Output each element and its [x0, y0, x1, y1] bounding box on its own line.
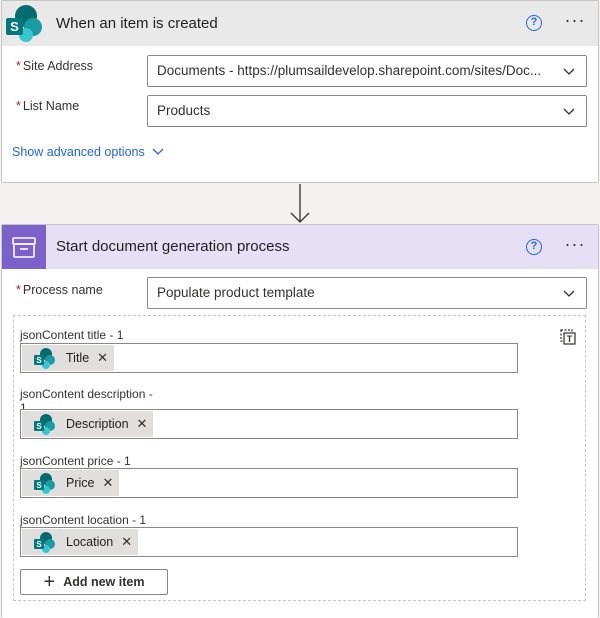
process-name-dropdown[interactable]: Populate product template: [147, 277, 587, 309]
show-advanced-options-link[interactable]: Show advanced options: [12, 145, 165, 159]
help-icon[interactable]: ?: [526, 15, 542, 31]
svg-text:S: S: [36, 540, 42, 549]
flow-arrow-icon: [289, 184, 311, 224]
process-name-label: * Process name: [16, 283, 103, 297]
more-options-icon[interactable]: ···: [564, 235, 586, 257]
site-address-dropdown[interactable]: Documents - https://plumsaildevelop.shar…: [147, 55, 587, 87]
remove-token-icon[interactable]: ✕: [102, 475, 113, 491]
svg-text:S: S: [36, 422, 42, 431]
token-label: Price: [66, 476, 95, 490]
token-label: Title: [66, 351, 90, 365]
item-input-price[interactable]: S Price ✕: [20, 468, 518, 498]
item-label-title: jsonContent title - 1: [20, 328, 124, 342]
chevron-down-icon: [563, 290, 575, 297]
svg-text:S: S: [36, 356, 42, 365]
plus-icon: +: [43, 571, 56, 593]
list-name-label: * List Name: [16, 99, 80, 113]
item-label-price: jsonContent price - 1: [20, 454, 131, 468]
svg-text:S: S: [10, 19, 19, 34]
document-generation-icon: [2, 225, 46, 269]
site-address-row: * Site Address Documents - https://plumsa…: [2, 53, 600, 87]
remove-token-icon[interactable]: ✕: [137, 416, 148, 432]
chevron-down-icon: [563, 68, 575, 75]
sharepoint-icon: S: [2, 1, 46, 46]
item-label-location: jsonContent location - 1: [20, 513, 147, 527]
svg-text:S: S: [36, 481, 42, 490]
item-input-description[interactable]: S Description ✕: [20, 409, 518, 439]
site-address-value: Documents - https://plumsaildevelop.shar…: [157, 63, 542, 78]
help-icon[interactable]: ?: [526, 239, 542, 255]
site-address-label: * Site Address: [16, 59, 94, 73]
token-label: Location: [66, 535, 114, 549]
trigger-title: When an item is created: [56, 15, 218, 32]
sharepoint-icon: S: [32, 412, 56, 436]
process-name-value: Populate product template: [157, 285, 315, 300]
list-name-dropdown[interactable]: Products: [147, 95, 587, 127]
action-card-header[interactable]: Start document generation process ? ···: [2, 225, 598, 269]
add-new-item-label: Add new item: [63, 575, 145, 589]
text-mode-toggle-icon[interactable]: T: [559, 328, 577, 346]
sharepoint-icon: S: [32, 346, 56, 370]
remove-token-icon[interactable]: ✕: [121, 534, 132, 550]
svg-text:T: T: [567, 334, 573, 344]
item-input-location[interactable]: S Location ✕: [20, 527, 518, 557]
sharepoint-icon: S: [32, 471, 56, 495]
json-content-array: T jsonContent title - 1 S Title ✕ jsonCo…: [13, 315, 586, 601]
list-name-row: * List Name Products: [2, 93, 600, 127]
add-new-item-button[interactable]: + Add new item: [20, 569, 168, 595]
dynamic-token-description[interactable]: S Description ✕: [22, 411, 154, 437]
item-input-title[interactable]: S Title ✕: [20, 343, 518, 373]
sharepoint-icon: S: [32, 530, 56, 554]
remove-token-icon[interactable]: ✕: [97, 350, 108, 366]
process-name-row: * Process name Populate product template: [2, 277, 600, 309]
list-name-value: Products: [157, 103, 211, 118]
dynamic-token-location[interactable]: S Location ✕: [22, 529, 139, 555]
chevron-down-icon: [563, 108, 575, 115]
trigger-card-header[interactable]: S When an item is created ? ···: [2, 1, 598, 46]
trigger-card: S When an item is created ? ··· * Site Ad…: [1, 0, 599, 183]
dynamic-token-price[interactable]: S Price ✕: [22, 470, 120, 496]
dynamic-token-title[interactable]: S Title ✕: [22, 345, 115, 371]
chevron-down-icon: [152, 148, 164, 155]
more-options-icon[interactable]: ···: [564, 11, 586, 33]
token-label: Description: [66, 417, 129, 431]
action-title: Start document generation process: [56, 238, 290, 255]
advanced-link-label: Show advanced options: [12, 145, 145, 159]
